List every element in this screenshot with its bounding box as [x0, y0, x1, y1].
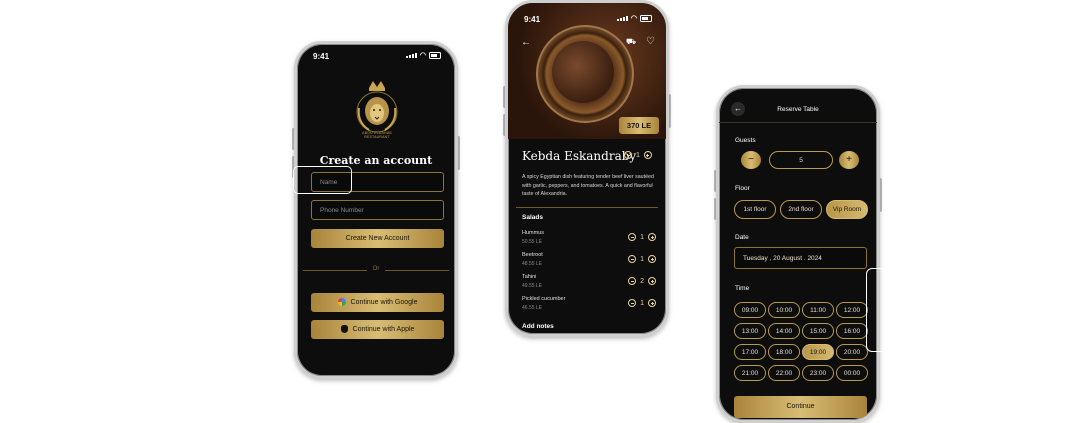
minus-icon[interactable]: [624, 151, 632, 159]
signup-screen: 9:41 ◠ ABOU ELDAHAB RESTAURANT Create an…: [294, 41, 458, 379]
date-field[interactable]: Tuesday , 20 August . 2024: [734, 247, 867, 269]
list-item: Hummus 50.55 LE 1: [522, 230, 656, 250]
time-slot[interactable]: 23:00: [802, 365, 834, 381]
plus-icon[interactable]: [648, 233, 656, 241]
list-item: Tahini 49.55 LE 2: [522, 274, 656, 294]
dish-screen: 9:41 ◠ ← ⛟ ♡ 370 LE Kebda Eskandraby 1 A…: [505, 0, 669, 337]
dish-title: Kebda Eskandraby: [522, 149, 637, 163]
price-badge: 370 LE: [619, 117, 659, 134]
apple-button-label: Continue with Apple: [352, 326, 415, 333]
header-divider: [719, 122, 877, 123]
time-slot[interactable]: 10:00: [768, 302, 800, 318]
reserve-screen: ← Reserve Table Guests − 5 + Floor 1st f…: [716, 85, 880, 423]
page-title: Reserve Table: [777, 106, 819, 113]
battery-icon: [640, 15, 652, 22]
dish-quantity: 1: [636, 151, 640, 159]
google-button[interactable]: Continue with Google: [311, 293, 444, 312]
apple-icon: [340, 325, 348, 334]
dish-quantity-stepper[interactable]: 1: [624, 151, 652, 159]
floor-option-vip[interactable]: Vip Room: [826, 200, 868, 219]
salad-quantity-stepper[interactable]: 1: [628, 255, 656, 263]
time-slot-selected[interactable]: 19:00: [802, 344, 834, 360]
floor-option-2nd[interactable]: 2nd floor: [780, 200, 822, 219]
guests-minus-button[interactable]: −: [741, 151, 761, 169]
wifi-icon: ◠: [419, 51, 426, 59]
list-item: Beetroot 48.55 LE 1: [522, 252, 656, 272]
status-time: 9:41: [313, 52, 330, 61]
status-bar: 9:41 ◠: [297, 52, 455, 66]
phone-field[interactable]: Phone Number: [311, 200, 444, 220]
battery-icon: [429, 52, 441, 59]
favorite-icon[interactable]: ♡: [646, 36, 655, 47]
or-divider: Or: [303, 266, 449, 276]
time-slot[interactable]: 09:00: [734, 302, 766, 318]
signal-icon: [405, 53, 417, 58]
time-slot[interactable]: 18:00: [768, 344, 800, 360]
minus-icon[interactable]: [628, 299, 637, 307]
guests-plus-button[interactable]: +: [839, 151, 859, 169]
date-label: Date: [735, 234, 749, 241]
floor-label: Floor: [735, 185, 750, 192]
logo-text: ABOU ELDAHAB RESTAURANT: [362, 131, 392, 139]
floor-option-1st[interactable]: 1st floor: [734, 200, 776, 219]
time-slot[interactable]: 14:00: [768, 323, 800, 339]
guests-value: 5: [769, 151, 833, 169]
time-slot[interactable]: 16:00: [836, 323, 868, 339]
dish-status-bar: 9:41 ◠: [508, 15, 666, 29]
divider-line-right: [385, 270, 449, 271]
time-slot[interactable]: 00:00: [836, 365, 868, 381]
time-slot[interactable]: 13:00: [734, 323, 766, 339]
cart-icon[interactable]: ⛟: [626, 37, 636, 47]
signal-icon: [616, 16, 628, 21]
minus-icon[interactable]: [628, 277, 637, 285]
plus-icon[interactable]: [648, 299, 656, 307]
back-arrow-icon[interactable]: ←: [521, 37, 531, 48]
selection-highlight: [293, 166, 352, 194]
salad-qty: 1: [640, 255, 644, 263]
divider-text: Or: [372, 266, 380, 272]
time-slot[interactable]: 22:00: [768, 365, 800, 381]
wifi-icon: ◠: [630, 14, 637, 22]
selection-highlight: [866, 268, 888, 352]
salad-quantity-stepper[interactable]: 1: [628, 299, 656, 307]
google-button-label: Continue with Google: [350, 299, 418, 306]
time-slot[interactable]: 17:00: [734, 344, 766, 360]
plus-icon[interactable]: [643, 151, 652, 159]
time-slot[interactable]: 11:00: [802, 302, 834, 318]
plus-icon[interactable]: [648, 277, 656, 285]
time-label: Time: [735, 285, 750, 292]
create-account-button[interactable]: Create New Account: [311, 229, 444, 248]
plus-icon[interactable]: [648, 255, 656, 263]
guests-label: Guests: [735, 137, 756, 144]
time-slot[interactable]: 20:00: [836, 344, 868, 360]
salad-qty: 2: [640, 277, 644, 285]
status-icons: ◠: [405, 51, 441, 59]
salad-quantity-stepper[interactable]: 1: [628, 233, 656, 241]
time-slot[interactable]: 15:00: [802, 323, 834, 339]
salad-qty: 1: [640, 233, 644, 241]
time-slot[interactable]: 21:00: [734, 365, 766, 381]
status-time: 9:41: [524, 15, 541, 24]
time-slot[interactable]: 12:00: [836, 302, 868, 318]
continue-button[interactable]: Continue: [734, 396, 867, 418]
minus-icon[interactable]: [628, 233, 637, 241]
salad-qty: 1: [640, 299, 644, 307]
google-icon: [337, 298, 346, 307]
dish-description: A spicy Egyptian dish featuring tender b…: [522, 174, 654, 197]
status-icons: ◠: [616, 14, 652, 22]
notes-heading[interactable]: Add notes: [522, 323, 554, 330]
apple-button[interactable]: Continue with Apple: [311, 320, 444, 339]
list-item: Pickled cucumber 46.55 LE 1: [522, 296, 656, 316]
restaurant-logo: ABOU ELDAHAB RESTAURANT: [349, 78, 405, 140]
salad-quantity-stepper[interactable]: 2: [628, 277, 656, 285]
minus-icon[interactable]: [628, 255, 637, 263]
salads-heading: Salads: [522, 214, 543, 221]
meat: [552, 41, 614, 103]
section-divider: [516, 207, 658, 208]
